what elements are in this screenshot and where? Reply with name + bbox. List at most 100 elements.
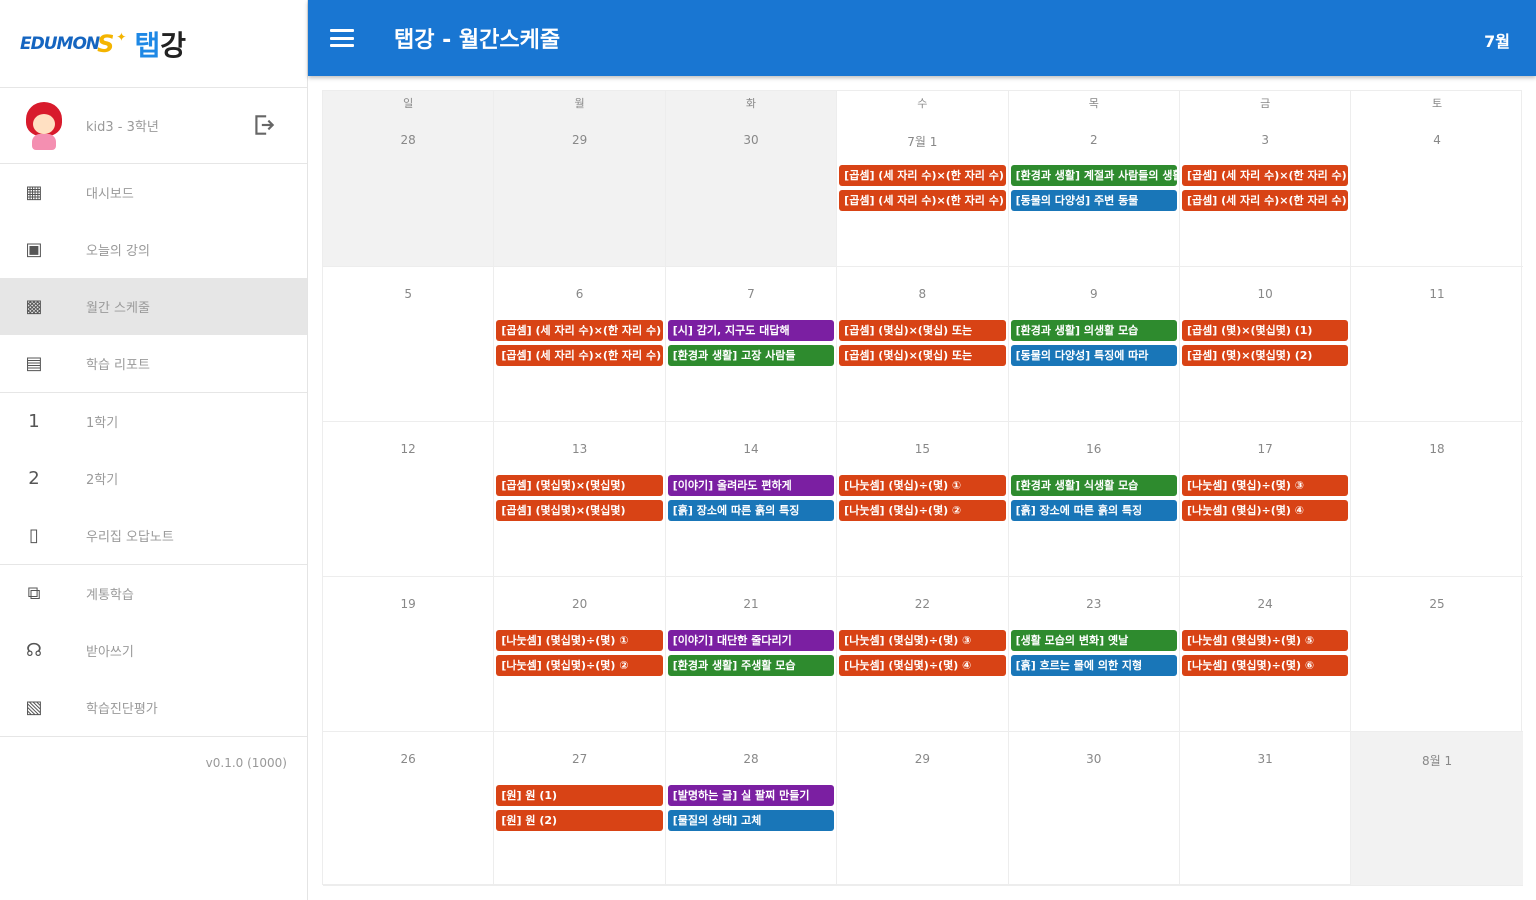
sidebar-item-dictation[interactable]: ☊ 받아쓰기 — [0, 622, 307, 679]
calendar-day[interactable]: 24 [나눗셈] (몇십몇)÷(몇) ⑤ [나눗셈] (몇십몇)÷(몇) ⑥ — [1180, 577, 1352, 731]
calendar-day[interactable]: 21 [이야기] 대단한 줄다리기 [환경과 생활] 주생활 모습 — [666, 577, 838, 731]
menu-icon[interactable] — [330, 29, 354, 47]
calendar-event[interactable]: [환경과 생활] 고장 사람들 — [667, 345, 835, 366]
calendar-day[interactable]: 월 29 — [494, 91, 666, 266]
calendar-event[interactable]: [환경과 생활] 주생활 모습 — [667, 655, 835, 676]
current-month[interactable]: 7월 — [1484, 28, 1510, 52]
calendar-event[interactable]: [곱셈] (세 자리 수)×(한 자리 수) — [1181, 190, 1349, 211]
calendar-day[interactable]: 17 [나눗셈] (몇십)÷(몇) ③ [나눗셈] (몇십)÷(몇) ④ — [1180, 422, 1352, 576]
calendar-day[interactable]: 토4 — [1351, 91, 1522, 266]
day-number: 5 — [404, 287, 413, 301]
calendar-event[interactable]: [곱셈] (세 자리 수)×(한 자리 수) — [839, 165, 1006, 186]
calendar-day[interactable]: 10 [곱셈] (몇)×(몇십몇) (1) [곱셈] (몇)×(몇십몇) (2) — [1180, 267, 1352, 421]
calendar-day[interactable]: 14 [이야기] 올려라도 편하게 [흙] 장소에 따른 흙의 특징 — [666, 422, 838, 576]
calendar-event[interactable]: [나눗셈] (몇십몇)÷(몇) ⑤ — [1181, 630, 1349, 651]
sidebar-item-sem2[interactable]: 2 2학기 — [0, 450, 307, 507]
calendar-event[interactable]: [곱셈] (몇십몇)×(몇십몇) — [496, 475, 663, 496]
calendar-event[interactable]: [물질의 상태] 고체 — [667, 810, 835, 831]
calendar-day[interactable]: 5 — [323, 267, 495, 421]
event-list: [환경과 생활] 계절과 사람들의 생활 [동물의 다양성] 주변 동물 — [1010, 165, 1177, 215]
calendar-event[interactable]: [발명하는 글] 실 팔찌 만들기 — [667, 785, 835, 806]
calendar-event[interactable]: [흙] 흐르는 물에 의한 지형 — [1010, 655, 1177, 676]
calendar-event[interactable]: [나눗셈] (몇십몇)÷(몇) ② — [496, 655, 663, 676]
calendar-day[interactable]: 23 [생활 모습의 변화] 옛날 [흙] 흐르는 물에 의한 지형 — [1009, 577, 1180, 731]
calendar-day[interactable]: 8월 1 — [1351, 732, 1523, 885]
calendar-day[interactable]: 12 — [323, 422, 495, 576]
calendar-day[interactable]: 26 — [323, 732, 495, 885]
calendar-event[interactable]: [환경과 생활] 식생활 모습 — [1010, 475, 1177, 496]
calendar-event[interactable]: [곱셈] (세 자리 수)×(한 자리 수) — [1181, 165, 1349, 186]
calendar-day[interactable]: 11 — [1351, 267, 1522, 421]
calendar-event[interactable]: [나눗셈] (몇십)÷(몇) ④ — [1181, 500, 1349, 521]
calendar-event[interactable]: [나눗셈] (몇십)÷(몇) ② — [839, 500, 1006, 521]
calendar-event[interactable]: [나눗셈] (몇십몇)÷(몇) ③ — [839, 630, 1006, 651]
day-number: 8월 1 — [1421, 754, 1453, 768]
calendar-event[interactable]: [곱셈] (몇십)×(몇십) 또는 — [839, 320, 1006, 341]
calendar-event[interactable]: [원] 원 (1) — [496, 785, 663, 806]
calendar-event[interactable]: [흙] 장소에 따른 흙의 특징 — [667, 500, 835, 521]
calendar-day[interactable]: 28 [발명하는 글] 실 팔찌 만들기 [물질의 상태] 고체 — [666, 732, 838, 885]
calendar-day[interactable]: 29 — [837, 732, 1009, 885]
calendar-event[interactable]: [환경과 생활] 계절과 사람들의 생활 — [1010, 165, 1177, 186]
weekday-label: 일 — [403, 97, 414, 110]
calendar-day[interactable]: 18 — [1351, 422, 1522, 576]
calendar-event[interactable]: [곱셈] (몇십)×(몇십) 또는 — [839, 345, 1006, 366]
calendar-event[interactable]: [나눗셈] (몇십몇)÷(몇) ④ — [839, 655, 1006, 676]
calendar-event[interactable]: [원] 원 (2) — [496, 810, 663, 831]
logo-edu-text: EDUMON — [20, 33, 100, 54]
sidebar-item-wrong[interactable]: ▯ 우리집 오답노트 — [0, 507, 307, 564]
calendar-event[interactable]: [이야기] 대단한 줄다리기 — [667, 630, 835, 651]
calendar-week: 12 13 [곱셈] (몇십몇)×(몇십몇) [곱셈] (몇십몇)×(몇십몇) 14 [이… — [323, 422, 1523, 577]
sidebar-item-series[interactable]: ⧉ 계통학습 — [0, 565, 307, 622]
sidebar-item-today[interactable]: ▣ 오늘의 강의 — [0, 221, 307, 278]
calendar-event[interactable]: [곱셈] (몇)×(몇십몇) (1) — [1181, 320, 1349, 341]
calendar-day[interactable]: 16 [환경과 생활] 식생활 모습 [흙] 장소에 따른 흙의 특징 — [1009, 422, 1180, 576]
calendar-event[interactable]: [동물의 다양성] 특징에 따라 — [1010, 345, 1177, 366]
calendar-event[interactable]: [곱셈] (세 자리 수)×(한 자리 수) — [496, 345, 663, 366]
calendar-event[interactable]: [동물의 다양성] 주변 동물 — [1010, 190, 1177, 211]
sidebar-item-monthly[interactable]: ▩ 월간 스케줄 — [0, 278, 307, 335]
calendar-day[interactable]: 8 [곱셈] (몇십)×(몇십) 또는 [곱셈] (몇십)×(몇십) 또는 — [837, 267, 1009, 421]
calendar-day[interactable]: 31 — [1180, 732, 1352, 885]
sidebar-item-label: 학습 리포트 — [86, 358, 150, 373]
calendar-day[interactable]: 수 7월 1 [곱셈] (세 자리 수)×(한 자리 수) [곱셈] (세 자리 수)… — [837, 91, 1009, 266]
calendar-day[interactable]: 22 [나눗셈] (몇십몇)÷(몇) ③ [나눗셈] (몇십몇)÷(몇) ④ — [837, 577, 1009, 731]
sidebar-item-diagnosis[interactable]: ▧ 학습진단평가 — [0, 679, 307, 736]
calendar-event[interactable]: [곱셈] (몇십몇)×(몇십몇) — [496, 500, 663, 521]
calendar-day[interactable]: 금 3 [곱셈] (세 자리 수)×(한 자리 수) [곱셈] (세 자리 수)×(한… — [1180, 91, 1352, 266]
calendar-event[interactable]: [생활 모습의 변화] 옛날 — [1010, 630, 1177, 651]
calendar-event[interactable]: [곱셈] (세 자리 수)×(한 자리 수) — [839, 190, 1006, 211]
day-number: 24 — [1257, 597, 1273, 611]
calendar-event[interactable]: [나눗셈] (몇십)÷(몇) ① — [839, 475, 1006, 496]
calendar-event[interactable]: [흙] 장소에 따른 흙의 특징 — [1010, 500, 1177, 521]
calendar-day[interactable]: 15 [나눗셈] (몇십)÷(몇) ① [나눗셈] (몇십)÷(몇) ② — [837, 422, 1009, 576]
calendar-event[interactable]: [환경과 생활] 의생활 모습 — [1010, 320, 1177, 341]
logout-icon[interactable] — [251, 112, 277, 138]
calendar-event[interactable]: [곱셈] (몇)×(몇십몇) (2) — [1181, 345, 1349, 366]
calendar-day[interactable]: 6 [곱셈] (세 자리 수)×(한 자리 수) [곱셈] (세 자리 수)×(한 … — [494, 267, 666, 421]
sidebar-item-report[interactable]: ▤ 학습 리포트 — [0, 335, 307, 392]
menu-group: ▦ 대시보드 ▣ 오늘의 강의 ▩ 월간 스케줄 ▤ 학습 리포트 — [0, 164, 307, 393]
calendar-event[interactable]: [곱셈] (세 자리 수)×(한 자리 수) — [496, 320, 663, 341]
calendar-day[interactable]: 목 2 [환경과 생활] 계절과 사람들의 생활 [동물의 다양성] 주변 동물 — [1009, 91, 1180, 266]
app-logo[interactable]: EDUMON S ✦ 탭 강 — [0, 0, 307, 88]
calendar-day[interactable]: 27 [원] 원 (1) [원] 원 (2) — [494, 732, 666, 885]
calendar-day[interactable]: 30 — [1009, 732, 1180, 885]
calendar-day[interactable]: 20 [나눗셈] (몇십몇)÷(몇) ① [나눗셈] (몇십몇)÷(몇) ② — [494, 577, 666, 731]
calendar-day[interactable]: 13 [곱셈] (몇십몇)×(몇십몇) [곱셈] (몇십몇)×(몇십몇) — [494, 422, 666, 576]
calendar-event[interactable]: [나눗셈] (몇십)÷(몇) ③ — [1181, 475, 1349, 496]
calendar-week: 26 27 [원] 원 (1) [원] 원 (2) 28 [발명하는 글] 실 팔찌 만들… — [323, 732, 1523, 886]
calendar-event[interactable]: [이야기] 올려라도 편하게 — [667, 475, 835, 496]
calendar-event[interactable]: [시] 감기, 지구도 대답해 — [667, 320, 835, 341]
calendar-day[interactable]: 일 28 — [323, 91, 495, 266]
sidebar-item-dashboard[interactable]: ▦ 대시보드 — [0, 164, 307, 221]
calendar-day[interactable]: 화 30 — [665, 91, 838, 266]
calendar-day[interactable]: 7 [시] 감기, 지구도 대답해 [환경과 생활] 고장 사람들 — [666, 267, 838, 421]
calendar-day[interactable]: 25 — [1351, 577, 1522, 731]
calendar-day[interactable]: 19 — [323, 577, 495, 731]
calendar-event[interactable]: [나눗셈] (몇십몇)÷(몇) ① — [496, 630, 663, 651]
event-list: [곱셈] (세 자리 수)×(한 자리 수) [곱셈] (세 자리 수)×(한 자… — [496, 320, 663, 370]
sidebar-item-sem1[interactable]: 1 1학기 — [0, 393, 307, 450]
calendar-day[interactable]: 9 [환경과 생활] 의생활 모습 [동물의 다양성] 특징에 따라 — [1009, 267, 1180, 421]
calendar-event[interactable]: [나눗셈] (몇십몇)÷(몇) ⑥ — [1181, 655, 1349, 676]
